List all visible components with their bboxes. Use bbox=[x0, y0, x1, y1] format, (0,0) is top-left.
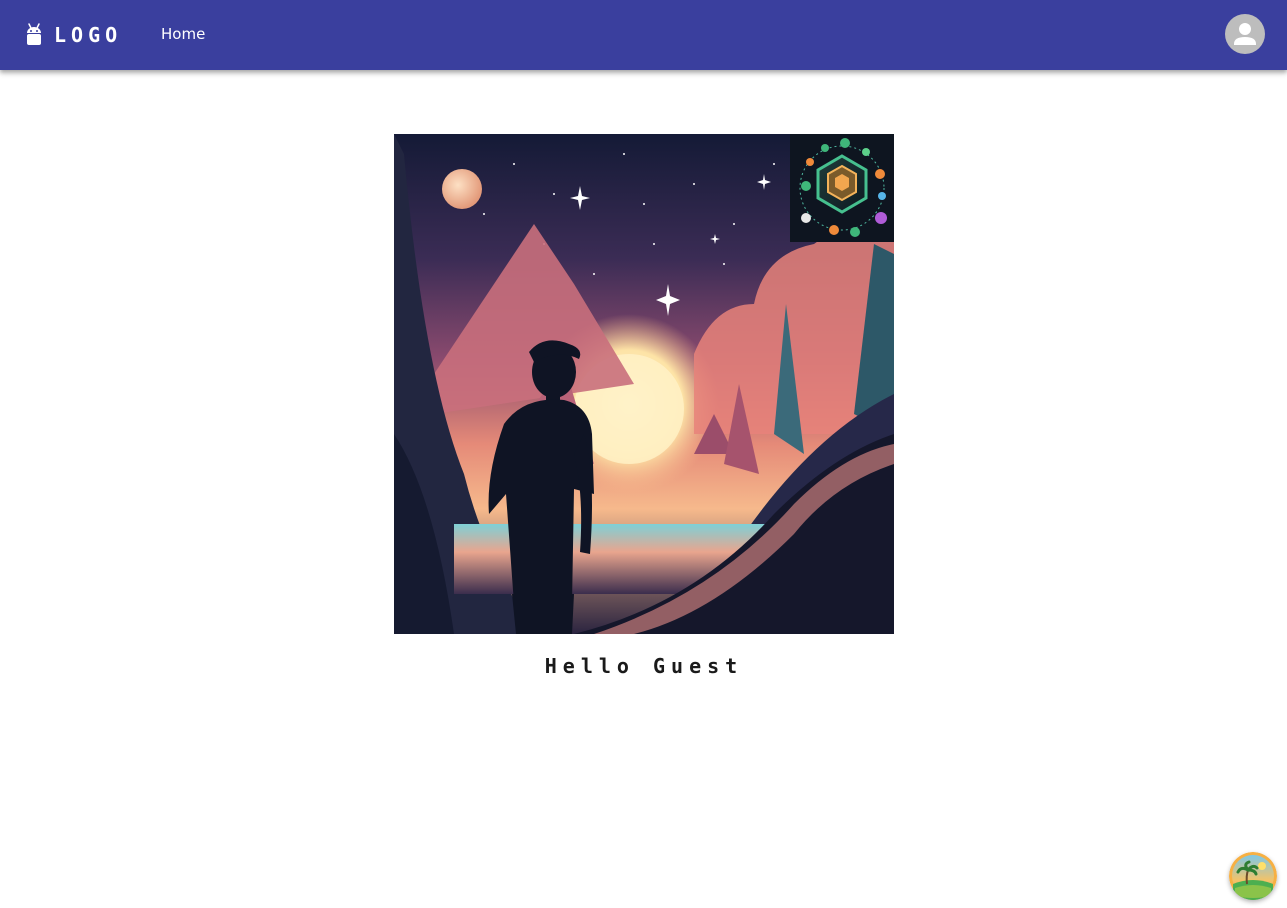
floating-action-button[interactable] bbox=[1229, 852, 1277, 900]
hexagon-network-graphic bbox=[790, 134, 894, 242]
nav-home-link[interactable]: Home bbox=[161, 22, 205, 46]
avatar[interactable] bbox=[1225, 14, 1265, 54]
logo-text: LOGO bbox=[54, 23, 123, 47]
android-icon bbox=[24, 23, 44, 47]
logo[interactable]: LOGO bbox=[24, 19, 122, 51]
island-palm-tree-icon bbox=[1229, 852, 1277, 900]
greeting-text: Hello Guest bbox=[544, 654, 744, 678]
app-bar: LOGO Home bbox=[0, 0, 1287, 70]
account-circle-icon bbox=[1234, 23, 1256, 45]
hero-image bbox=[394, 134, 894, 634]
